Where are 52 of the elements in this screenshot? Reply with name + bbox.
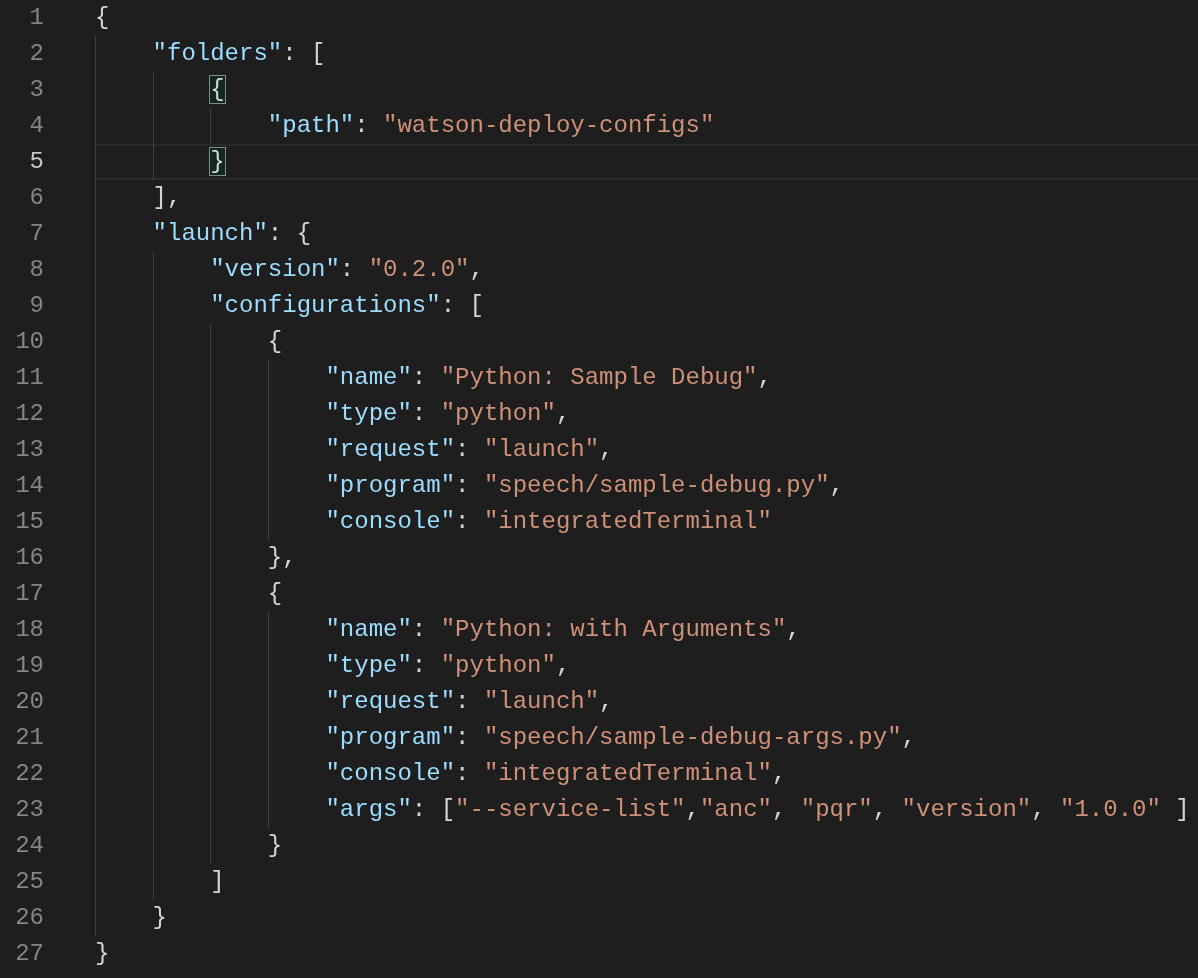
code-line: {: [266, 327, 283, 357]
line-number: 13: [14, 435, 44, 465]
code-line: "type": "python",: [324, 399, 571, 429]
line-number: 14: [14, 471, 44, 501]
code-line: "program": "speech/sample-debug-args.py",: [324, 723, 916, 753]
code-line: {: [95, 3, 110, 33]
code-line: "name": "Python: Sample Debug",: [324, 363, 772, 393]
line-number: 2: [28, 39, 44, 69]
line-number: 16: [14, 543, 44, 573]
code-line: {: [266, 579, 283, 609]
code-line: ]: [209, 867, 225, 897]
code-line: "path": "watson-deploy-configs": [266, 111, 715, 141]
line-number: 6: [28, 183, 44, 213]
code-line: }: [95, 939, 110, 969]
code-line: "type": "python",: [324, 651, 571, 681]
line-number: 24: [14, 831, 44, 861]
line-number: 4: [28, 111, 44, 141]
line-number: 10: [14, 327, 44, 357]
code-line: "request": "launch",: [324, 687, 614, 717]
line-number: 26: [14, 903, 44, 933]
line-number: 19: [14, 651, 44, 681]
code-line: }: [266, 831, 283, 861]
line-number: 15: [14, 507, 44, 537]
code-line: "console": "integratedTerminal",: [324, 759, 787, 789]
code-line: "folders": [: [151, 39, 326, 69]
line-number: 11: [14, 363, 44, 393]
code-line: },: [266, 543, 297, 573]
code-line: "launch": {: [151, 219, 312, 249]
line-number: 27: [14, 939, 44, 969]
line-number: 12: [14, 399, 44, 429]
line-number: 5: [28, 147, 44, 177]
line-number: 18: [14, 615, 44, 645]
line-number: 20: [14, 687, 44, 717]
line-number: 3: [28, 75, 44, 105]
code-line: }: [151, 903, 167, 933]
line-number: 8: [28, 255, 44, 285]
code-line: "args": ["--service-list","anc", "pqr", "version", "1.0.0" ]: [324, 795, 1190, 825]
line-number: 9: [28, 291, 44, 321]
code-line: ],: [151, 183, 182, 213]
code-line: "console": "integratedTerminal": [324, 507, 772, 537]
line-number: 25: [14, 867, 44, 897]
code-line: "version": "0.2.0",: [209, 255, 484, 285]
line-number: 17: [14, 579, 44, 609]
code-line: "configurations": [: [209, 291, 484, 321]
line-number: 23: [14, 795, 44, 825]
line-number: 1: [28, 3, 44, 33]
code-line: "name": "Python: with Arguments",: [324, 615, 801, 645]
line-number: 21: [14, 723, 44, 753]
line-number: 22: [14, 759, 44, 789]
line-number: 7: [28, 219, 44, 249]
code-line: "program": "speech/sample-debug.py",: [324, 471, 844, 501]
code-line: "request": "launch",: [324, 435, 614, 465]
